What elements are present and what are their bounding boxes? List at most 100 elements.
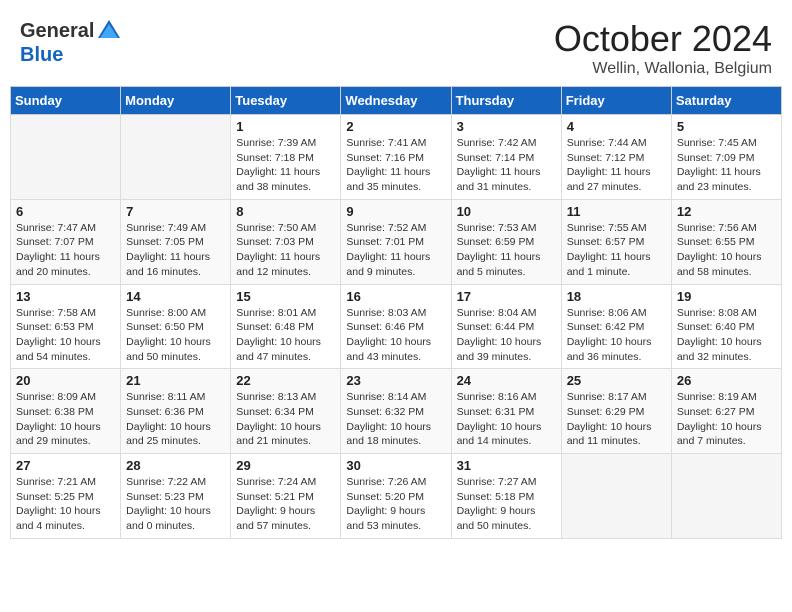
day-detail: Sunrise: 8:08 AMSunset: 6:40 PMDaylight:…: [677, 306, 776, 365]
day-number: 25: [567, 373, 666, 388]
calendar-week-row: 20 Sunrise: 8:09 AMSunset: 6:38 PMDayligh…: [11, 369, 782, 454]
calendar-cell: 17 Sunrise: 8:04 AMSunset: 6:44 PMDayligh…: [451, 284, 561, 369]
day-number: 24: [457, 373, 556, 388]
day-detail: Sunrise: 7:55 AMSunset: 6:57 PMDaylight:…: [567, 221, 666, 280]
calendar-cell: 22Sunrise: 8:13 AMSunset: 6:34 PMDayligh…: [231, 369, 341, 454]
calendar-cell: 8Sunrise: 7:50 AMSunset: 7:03 PMDaylight…: [231, 199, 341, 284]
calendar-cell: 6Sunrise: 7:47 AMSunset: 7:07 PMDaylight…: [11, 199, 121, 284]
logo-general-text: General: [20, 20, 94, 43]
day-detail: Sunrise: 8:16 AMSunset: 6:31 PMDaylight:…: [457, 390, 556, 449]
subtitle: Wellin, Wallonia, Belgium: [554, 60, 772, 78]
calendar-week-row: 27 Sunrise: 7:21 AMSunset: 5:25 PMDayligh…: [11, 454, 782, 539]
day-detail: Sunrise: 7:21 AMSunset: 5:25 PMDaylight:…: [16, 475, 115, 534]
day-number: 28: [126, 458, 225, 473]
calendar-cell: [121, 115, 231, 200]
calendar-week-row: 1 Sunrise: 7:39 AMSunset: 7:18 PMDaylight…: [11, 115, 782, 200]
day-number: 18: [567, 289, 666, 304]
calendar-cell: 20 Sunrise: 8:09 AMSunset: 6:38 PMDayligh…: [11, 369, 121, 454]
calendar-cell: 21Sunrise: 8:11 AMSunset: 6:36 PMDayligh…: [121, 369, 231, 454]
header: General Blue October 2024 Wellin, Wallon…: [10, 10, 782, 82]
day-detail: Sunrise: 7:45 AMSunset: 7:09 PMDaylight:…: [677, 136, 776, 195]
day-detail: Sunrise: 7:49 AMSunset: 7:05 PMDaylight:…: [126, 221, 225, 280]
day-detail: Sunrise: 8:01 AMSunset: 6:48 PMDaylight:…: [236, 306, 335, 365]
day-detail: Sunrise: 7:44 AMSunset: 7:12 PMDaylight:…: [567, 136, 666, 195]
calendar-cell: 28 Sunrise: 7:22 AMSunset: 5:23 PMDayligh…: [121, 454, 231, 539]
day-number: 1: [236, 119, 335, 134]
day-number: 9: [346, 204, 445, 219]
calendar-cell: [561, 454, 671, 539]
day-of-week-header: Thursday: [451, 87, 561, 115]
calendar-cell: 15 Sunrise: 8:01 AMSunset: 6:48 PMDayligh…: [231, 284, 341, 369]
day-number: 3: [457, 119, 556, 134]
day-number: 10: [457, 204, 556, 219]
day-number: 7: [126, 204, 225, 219]
day-detail: Sunrise: 8:19 AMSunset: 6:27 PMDaylight:…: [677, 390, 776, 449]
calendar-cell: 13 Sunrise: 7:58 AMSunset: 6:53 PMDayligh…: [11, 284, 121, 369]
calendar-cell: [11, 115, 121, 200]
day-number: 27: [16, 458, 115, 473]
calendar-cell: 30 Sunrise: 7:26 AMSunset: 5:20 PMDayligh…: [341, 454, 451, 539]
day-detail: Sunrise: 8:04 AMSunset: 6:44 PMDaylight:…: [457, 306, 556, 365]
day-detail: Sunrise: 7:22 AMSunset: 5:23 PMDaylight:…: [126, 475, 225, 534]
logo-blue-text: Blue: [20, 44, 63, 66]
calendar-cell: 12Sunrise: 7:56 AMSunset: 6:55 PMDayligh…: [671, 199, 781, 284]
calendar-cell: 3 Sunrise: 7:42 AMSunset: 7:14 PMDaylight…: [451, 115, 561, 200]
day-detail: Sunrise: 7:26 AMSunset: 5:20 PMDaylight:…: [346, 475, 445, 534]
calendar-cell: 10 Sunrise: 7:53 AMSunset: 6:59 PMDayligh…: [451, 199, 561, 284]
calendar-cell: 27 Sunrise: 7:21 AMSunset: 5:25 PMDayligh…: [11, 454, 121, 539]
calendar-cell: 1 Sunrise: 7:39 AMSunset: 7:18 PMDaylight…: [231, 115, 341, 200]
day-detail: Sunrise: 7:52 AMSunset: 7:01 PMDaylight:…: [346, 221, 445, 280]
calendar-cell: 18 Sunrise: 8:06 AMSunset: 6:42 PMDayligh…: [561, 284, 671, 369]
calendar-cell: 11Sunrise: 7:55 AMSunset: 6:57 PMDayligh…: [561, 199, 671, 284]
day-detail: Sunrise: 8:17 AMSunset: 6:29 PMDaylight:…: [567, 390, 666, 449]
calendar-cell: [671, 454, 781, 539]
day-number: 8: [236, 204, 335, 219]
day-detail: Sunrise: 7:53 AMSunset: 6:59 PMDaylight:…: [457, 221, 556, 280]
calendar-cell: 23 Sunrise: 8:14 AMSunset: 6:32 PMDayligh…: [341, 369, 451, 454]
calendar-cell: 29 Sunrise: 7:24 AMSunset: 5:21 PMDayligh…: [231, 454, 341, 539]
calendar-cell: 19Sunrise: 8:08 AMSunset: 6:40 PMDayligh…: [671, 284, 781, 369]
day-number: 30: [346, 458, 445, 473]
day-number: 6: [16, 204, 115, 219]
day-detail: Sunrise: 8:09 AMSunset: 6:38 PMDaylight:…: [16, 390, 115, 449]
day-of-week-header: Monday: [121, 87, 231, 115]
day-detail: Sunrise: 7:42 AMSunset: 7:14 PMDaylight:…: [457, 136, 556, 195]
day-detail: Sunrise: 8:06 AMSunset: 6:42 PMDaylight:…: [567, 306, 666, 365]
calendar-cell: 7 Sunrise: 7:49 AMSunset: 7:05 PMDaylight…: [121, 199, 231, 284]
day-of-week-header: Sunday: [11, 87, 121, 115]
day-detail: Sunrise: 7:58 AMSunset: 6:53 PMDaylight:…: [16, 306, 115, 365]
day-number: 26: [677, 373, 776, 388]
day-detail: Sunrise: 8:14 AMSunset: 6:32 PMDaylight:…: [346, 390, 445, 449]
day-number: 4: [567, 119, 666, 134]
calendar-body: 1 Sunrise: 7:39 AMSunset: 7:18 PMDaylight…: [11, 115, 782, 539]
day-number: 2: [346, 119, 445, 134]
day-of-week-header: Saturday: [671, 87, 781, 115]
logo: General Blue: [20, 18, 122, 67]
calendar-week-row: 6Sunrise: 7:47 AMSunset: 7:07 PMDaylight…: [11, 199, 782, 284]
day-detail: Sunrise: 7:27 AMSunset: 5:18 PMDaylight:…: [457, 475, 556, 534]
logo-icon: [96, 18, 122, 44]
day-detail: Sunrise: 8:13 AMSunset: 6:34 PMDaylight:…: [236, 390, 335, 449]
day-number: 29: [236, 458, 335, 473]
day-number: 15: [236, 289, 335, 304]
title-area: October 2024 Wellin, Wallonia, Belgium: [554, 18, 772, 78]
day-detail: Sunrise: 7:39 AMSunset: 7:18 PMDaylight:…: [236, 136, 335, 195]
day-detail: Sunrise: 7:24 AMSunset: 5:21 PMDaylight:…: [236, 475, 335, 534]
day-number: 12: [677, 204, 776, 219]
day-number: 31: [457, 458, 556, 473]
day-detail: Sunrise: 8:11 AMSunset: 6:36 PMDaylight:…: [126, 390, 225, 449]
day-number: 17: [457, 289, 556, 304]
day-detail: Sunrise: 8:00 AMSunset: 6:50 PMDaylight:…: [126, 306, 225, 365]
days-of-week-row: SundayMondayTuesdayWednesdayThursdayFrid…: [11, 87, 782, 115]
calendar-cell: 25 Sunrise: 8:17 AMSunset: 6:29 PMDayligh…: [561, 369, 671, 454]
calendar-cell: 26 Sunrise: 8:19 AMSunset: 6:27 PMDayligh…: [671, 369, 781, 454]
main-title: October 2024: [554, 18, 772, 60]
calendar-table: SundayMondayTuesdayWednesdayThursdayFrid…: [10, 86, 782, 539]
day-number: 5: [677, 119, 776, 134]
day-of-week-header: Tuesday: [231, 87, 341, 115]
day-number: 13: [16, 289, 115, 304]
day-number: 23: [346, 373, 445, 388]
calendar-cell: 16Sunrise: 8:03 AMSunset: 6:46 PMDayligh…: [341, 284, 451, 369]
calendar-cell: 14Sunrise: 8:00 AMSunset: 6:50 PMDayligh…: [121, 284, 231, 369]
day-number: 20: [16, 373, 115, 388]
